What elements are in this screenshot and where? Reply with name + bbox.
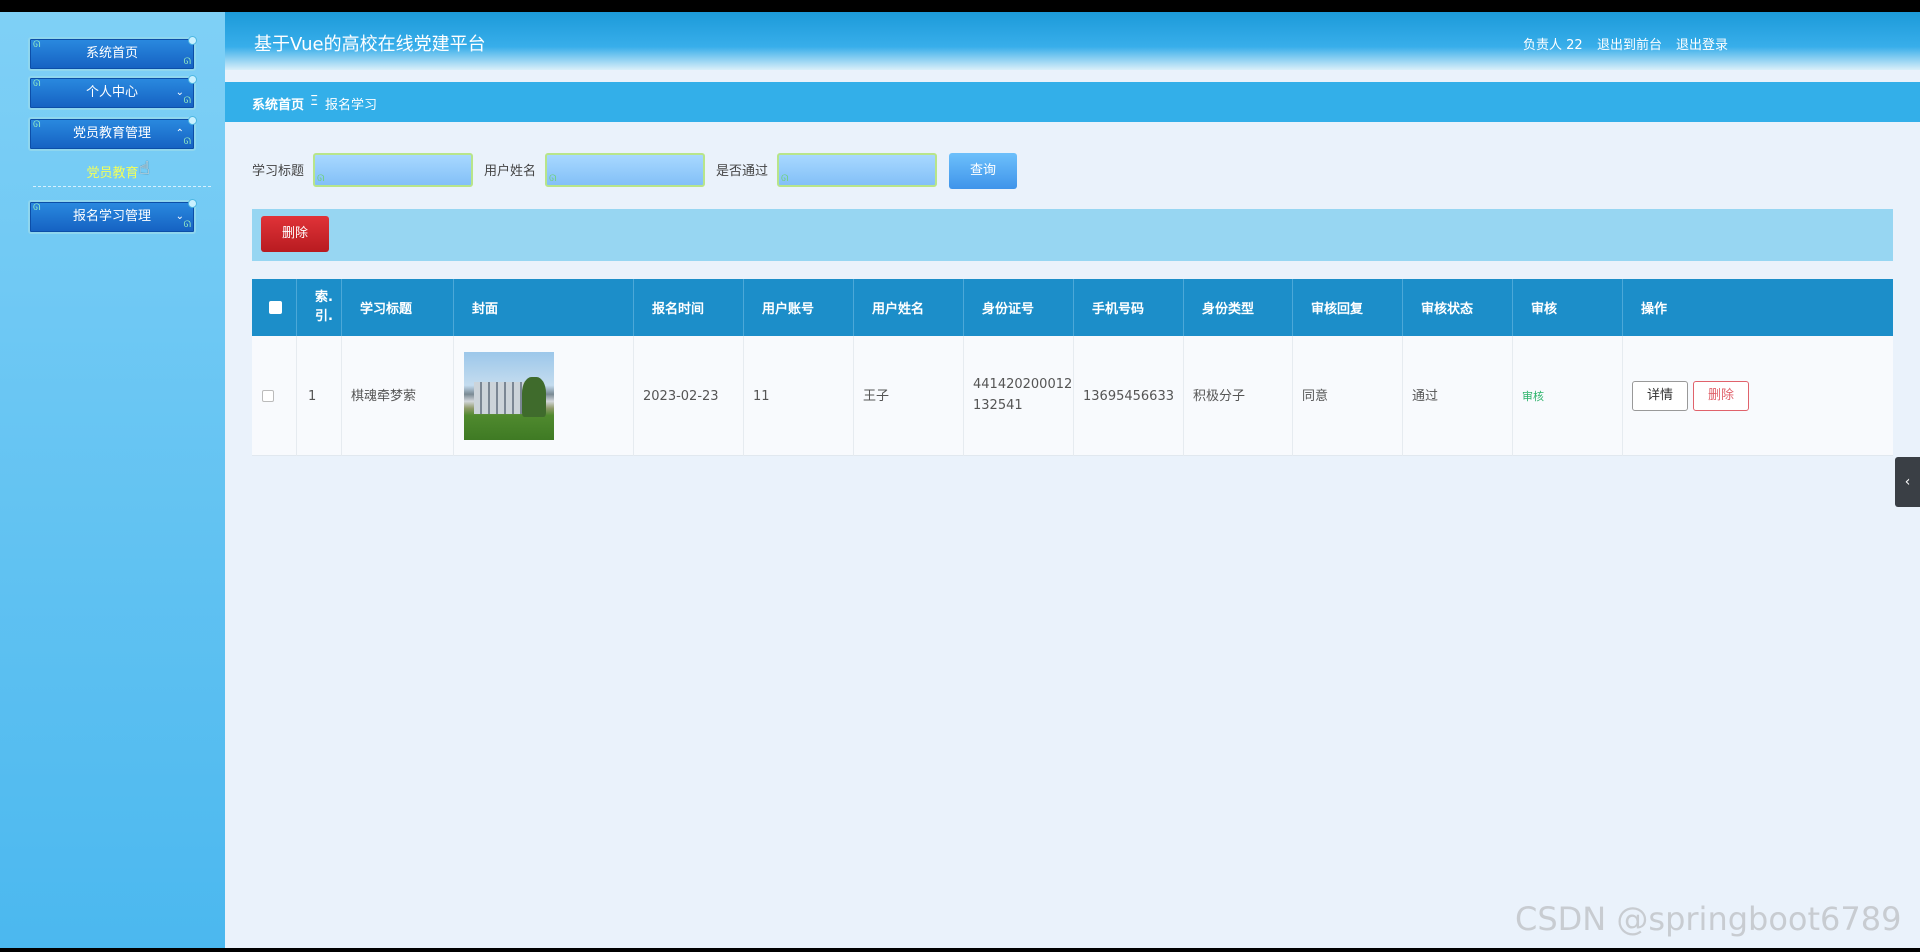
header-name: 用户姓名 — [854, 279, 964, 336]
ornament-dot-icon — [188, 199, 197, 208]
watermark: CSDN @springboot6789 — [1515, 900, 1902, 938]
cell-index: 1 — [297, 336, 342, 456]
cell-date: 2023-02-23 — [634, 336, 744, 456]
cell-account: 11 — [744, 336, 854, 456]
action-toolbar: 删除 — [252, 209, 1893, 261]
cell-id: 441420200012 132541 — [964, 336, 1074, 456]
row-delete-button[interactable]: 删除 — [1693, 381, 1749, 411]
cell-cover — [454, 336, 634, 456]
menu-home-label: 系统首页 — [85, 46, 138, 61]
app-title: 基于Vue的高校在线党建平台 — [254, 34, 486, 55]
ornament-icon: ᘏ — [33, 40, 41, 50]
breadcrumb-home[interactable]: 系统首页 — [252, 94, 304, 113]
row-checkbox[interactable] — [262, 390, 274, 402]
search-input-username[interactable]: ᘏ — [545, 153, 705, 187]
query-button[interactable]: 查询 — [949, 153, 1017, 189]
cell-id-line2: 132541 — [973, 398, 1023, 413]
ornament-icon: ᘏ — [549, 174, 557, 184]
ornament-icon: ᘏ — [183, 96, 191, 106]
header-phone: 手机号码 — [1074, 279, 1184, 336]
bulk-delete-button[interactable]: 删除 — [261, 216, 329, 252]
select-all-checkbox[interactable] — [269, 301, 282, 314]
search-input-title[interactable]: ᘏ — [313, 153, 473, 187]
search-input-passed[interactable]: ᘏ — [777, 153, 937, 187]
menu-enrollment-management[interactable]: ᘏ 报名学习管理 ⌄ ᘏ — [28, 199, 197, 234]
header-review: 审核 — [1513, 279, 1623, 336]
cell-review: 审核 — [1513, 336, 1623, 456]
header-index-line2: 引. — [315, 309, 333, 324]
top-header: 基于Vue的高校在线党建平台 负责人 22 退出到前台 退出登录 — [225, 12, 1920, 70]
search-label-passed: 是否通过 — [716, 164, 769, 179]
header-identity: 身份类型 — [1184, 279, 1293, 336]
breadcrumb: 系统首页 Ξ 报名学习 — [225, 82, 1920, 122]
enrollment-table: 索. 引. 学习标题 封面 报名时间 用户账号 用户姓名 身份证号 手机号码 身份… — [252, 279, 1893, 456]
header-index-line1: 索. — [315, 290, 333, 305]
menu-personal-center-label: 个人中心 — [85, 85, 138, 100]
logout-link[interactable]: 退出登录 — [1676, 34, 1728, 53]
detail-button[interactable]: 详情 — [1632, 381, 1688, 411]
menu-party-education[interactable]: ᘏ 党员教育管理 ⌃ ᘏ — [28, 116, 197, 151]
header-account: 用户账号 — [744, 279, 854, 336]
cell-name: 王子 — [854, 336, 964, 456]
submenu-divider — [33, 186, 211, 187]
cell-status: 通过 — [1403, 336, 1513, 456]
search-label-title: 学习标题 — [252, 164, 305, 179]
ornament-icon: ᘏ — [781, 174, 789, 184]
review-link[interactable]: 审核 — [1522, 386, 1544, 407]
header-actions: 操作 — [1641, 302, 1668, 317]
ornament-icon: ᘏ — [317, 174, 325, 184]
header-reply: 审核回复 — [1293, 279, 1403, 336]
breadcrumb-separator-icon: Ξ — [310, 94, 319, 109]
table-header: 索. 引. 学习标题 封面 报名时间 用户账号 用户姓名 身份证号 手机号码 身份… — [252, 279, 1893, 336]
cell-title: 棋魂牵梦萦 — [342, 336, 454, 456]
cell-phone: 13695456633 — [1074, 336, 1184, 456]
header-cover: 封面 — [454, 279, 634, 336]
ornament-icon: ᘏ — [33, 203, 41, 213]
header-index: 索. 引. — [297, 279, 342, 336]
header-status: 审核状态 — [1403, 279, 1513, 336]
header-date: 报名时间 — [634, 279, 744, 336]
header-id: 身份证号 — [964, 279, 1074, 336]
menu-personal-center[interactable]: ᘏ 个人中心 ⌄ ᘏ — [28, 75, 197, 110]
chevron-left-icon[interactable]: ‹ — [1895, 457, 1920, 507]
ornament-icon: ᘏ — [33, 120, 41, 130]
menu-party-education-label: 党员教育管理 — [72, 126, 151, 141]
exit-to-front-link[interactable]: 退出到前台 — [1597, 34, 1662, 53]
ornament-dot-icon — [188, 75, 197, 84]
sidebar: ᘏ 系统首页 ᘏ ᘏ 个人中心 ⌄ ᘏ ᘏ 党员教育管理 ⌃ ᘏ 党员教育 ☝ … — [0, 12, 225, 948]
table-row: 1 棋魂牵梦萦 2023-02-23 11 王子 441420200012 132… — [252, 336, 1893, 456]
menu-home[interactable]: ᘏ 系统首页 ᘏ — [28, 36, 197, 71]
header-select-all[interactable] — [252, 279, 297, 336]
search-label-username: 用户姓名 — [484, 164, 537, 179]
cell-actions: 详情 删除 — [1623, 336, 1893, 456]
submenu-party-education[interactable]: 党员教育 — [0, 162, 225, 181]
ornament-dot-icon — [188, 116, 197, 125]
ornament-dot-icon — [188, 36, 197, 45]
hand-cursor-icon: ☝ — [139, 158, 150, 179]
header-title: 学习标题 — [342, 279, 454, 336]
app-frame: ᘏ 系统首页 ᘏ ᘏ 个人中心 ⌄ ᘏ ᘏ 党员教育管理 ⌃ ᘏ 党员教育 ☝ … — [0, 12, 1920, 948]
current-user: 负责人 22 — [1523, 38, 1583, 53]
cell-reply: 同意 — [1293, 336, 1403, 456]
cell-id-line1: 441420200012 — [973, 377, 1073, 392]
ornament-icon: ᘏ — [183, 57, 191, 67]
breadcrumb-current: 报名学习 — [325, 98, 378, 113]
menu-enrollment-management-label: 报名学习管理 — [72, 209, 151, 224]
ornament-icon: ᘏ — [183, 220, 191, 230]
row-select-cell[interactable] — [252, 336, 297, 456]
cell-identity: 积极分子 — [1184, 336, 1293, 456]
ornament-icon: ᘏ — [183, 137, 191, 147]
cover-image — [464, 352, 554, 440]
ornament-icon: ᘏ — [33, 79, 41, 89]
